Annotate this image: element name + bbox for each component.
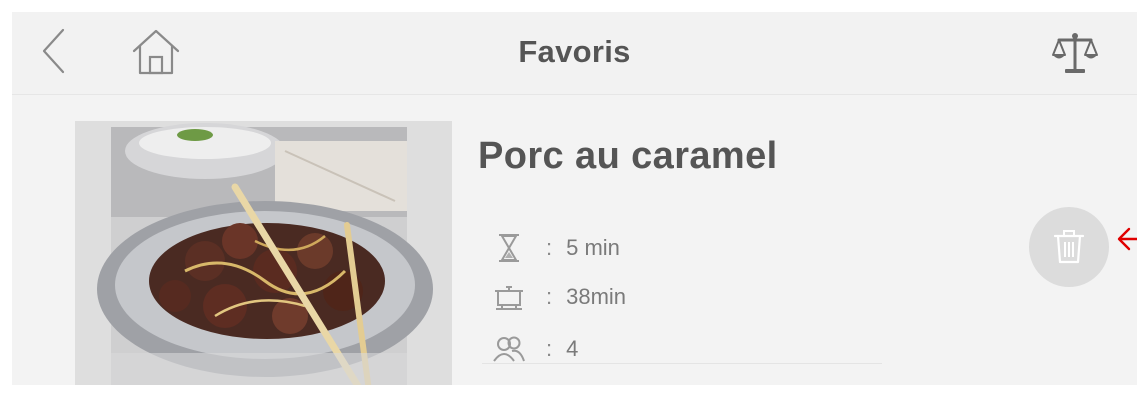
annotation-arrow-icon: [1117, 227, 1137, 251]
prep-time-row: : 5 min: [492, 231, 620, 265]
cook-time-separator: :: [546, 284, 553, 309]
trash-icon: [1053, 230, 1085, 264]
balance-scale-icon: [1052, 33, 1098, 73]
servings-value: 4: [566, 336, 579, 361]
recipe-photo[interactable]: [75, 121, 452, 385]
favorite-recipe-card[interactable]: Porc au caramel : 5 min: 38min: 4: [12, 95, 1137, 385]
servings-separator: :: [546, 336, 553, 361]
top-bar: Favoris: [12, 12, 1137, 95]
hourglass-icon: [492, 231, 526, 265]
prep-time-separator: :: [546, 235, 553, 260]
recipe-photo-image: [75, 121, 452, 385]
kitchen-scale-button[interactable]: [1048, 26, 1102, 80]
cook-time-value: 38min: [566, 284, 627, 309]
people-icon: [492, 332, 526, 366]
delete-favorite-button[interactable]: [1029, 207, 1109, 287]
servings-row: : 4: [492, 332, 578, 366]
page-title: Favoris: [518, 34, 631, 69]
prep-time-value: 5 min: [566, 235, 620, 260]
recipe-title: Porc au caramel: [478, 135, 778, 177]
cook-time-row: : 38min: [492, 280, 626, 314]
cooking-pot-icon: [492, 280, 526, 314]
row-divider: [482, 363, 882, 364]
favorites-screen: Favoris Porc au caramel: 5 min: 38min …: [12, 12, 1137, 385]
